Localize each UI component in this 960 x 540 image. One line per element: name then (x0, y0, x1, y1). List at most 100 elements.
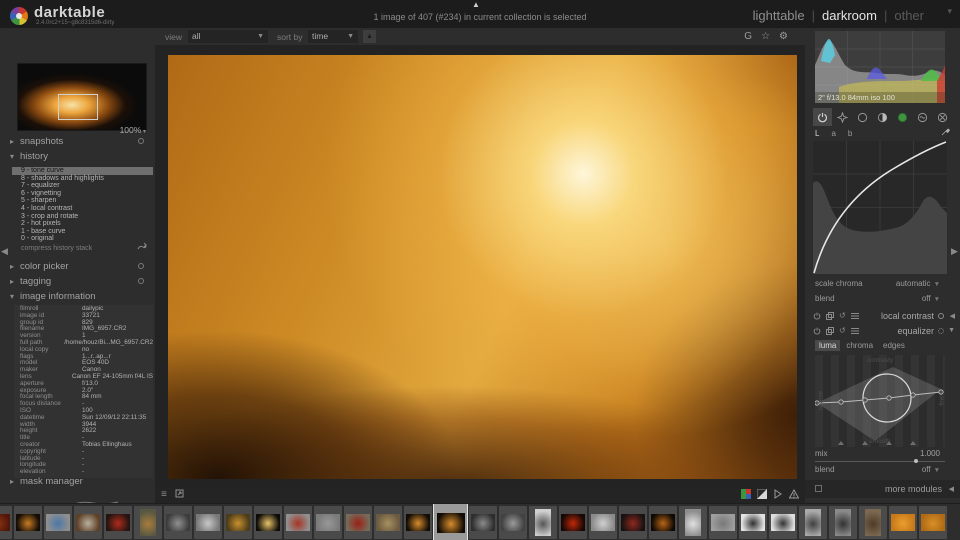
filmstrip-thumbnail[interactable] (889, 506, 917, 539)
filmstrip-thumbnail[interactable] (164, 506, 192, 539)
panel-tagging[interactable]: ▸tagging (10, 276, 148, 289)
filmstrip-thumbnail[interactable] (284, 506, 312, 539)
softproof-icon[interactable] (757, 489, 767, 499)
navigation-thumbnail[interactable] (18, 64, 146, 130)
filmstrip-thumbnail[interactable] (709, 506, 737, 539)
filmstrip-thumbnail-selected[interactable] (434, 504, 467, 540)
more-modules-button[interactable]: more modules ◀ (805, 480, 960, 498)
presets-icon[interactable] (851, 312, 859, 320)
module-power-icon[interactable] (813, 327, 821, 335)
preferences-icon[interactable]: ⚙ (779, 31, 797, 42)
zoom-level-dropdown[interactable]: 100% ▾ (120, 125, 146, 135)
snapshots-reset-icon[interactable] (138, 138, 144, 144)
filmstrip-thumbnail[interactable] (919, 506, 947, 539)
filmstrip-thumbnail[interactable] (589, 506, 617, 539)
view-lighttable[interactable]: lighttable (753, 8, 805, 23)
navigation-viewport-rect[interactable] (58, 94, 98, 120)
view-darkroom[interactable]: darkroom (822, 8, 877, 23)
filmstrip-thumbnail[interactable] (739, 506, 767, 539)
filmstrip-thumbnail[interactable] (0, 506, 12, 539)
tone-group-tab[interactable] (873, 108, 892, 126)
tab-b[interactable]: b (848, 129, 852, 138)
compress-history-button[interactable]: compress history stack (21, 245, 92, 252)
raw-overexposure-icon[interactable] (789, 489, 799, 499)
module-name[interactable]: equalizer (897, 326, 934, 336)
history-item[interactable]: 1 - base curve (12, 228, 153, 236)
filmstrip-thumbnail[interactable] (559, 506, 587, 539)
reset-icon[interactable]: ↺ (839, 312, 846, 320)
color-group-tab[interactable] (893, 108, 912, 126)
view-other[interactable]: other (894, 8, 924, 23)
equalizer-graph[interactable]: contrasty smooth coarse fine (815, 355, 945, 447)
tagging-reset-icon[interactable] (138, 278, 144, 284)
filmstrip-thumbnail[interactable] (529, 506, 557, 539)
overexposure-icon[interactable] (773, 489, 783, 499)
tone-curve-blend-dropdown[interactable]: off▼ (922, 294, 940, 303)
reset-icon[interactable]: ↺ (839, 327, 846, 335)
panel-history[interactable]: ▾history (10, 151, 148, 164)
basic-group-tab[interactable] (853, 108, 872, 126)
tab-chroma[interactable]: chroma (842, 340, 877, 351)
left-panel-collapse-icon[interactable]: ◀ (1, 246, 8, 257)
module-equalizer[interactable]: ↺ equalizer ▼ (805, 324, 960, 339)
filmstrip-thumbnail[interactable] (74, 506, 102, 539)
active-modules-tab[interactable] (813, 108, 832, 126)
views-dropdown-icon[interactable]: ▾ (947, 6, 952, 17)
multi-instance-icon[interactable] (826, 312, 834, 320)
filmstrip-thumbnail[interactable] (829, 506, 857, 539)
grouping-icon[interactable]: G (744, 31, 761, 42)
create-style-icon[interactable] (137, 242, 147, 252)
tab-L[interactable]: L (815, 129, 819, 138)
module-power-icon[interactable] (813, 312, 821, 320)
filmstrip-thumbnail[interactable] (619, 506, 647, 539)
filmstrip-thumbnail[interactable] (469, 506, 497, 539)
gamut-check-icon[interactable] (741, 489, 751, 499)
favorites-tab[interactable] (833, 108, 852, 126)
filmstrip-thumbnail[interactable] (104, 506, 132, 539)
filmstrip-thumbnail[interactable] (194, 506, 222, 539)
filmstrip-thumbnail[interactable] (374, 506, 402, 539)
scale-chroma-dropdown[interactable]: automatic▼ (896, 279, 940, 288)
filmstrip-thumbnail[interactable] (499, 506, 527, 539)
filmstrip-thumbnail[interactable] (344, 506, 372, 539)
mix-slider[interactable] (815, 461, 945, 462)
view-filter-dropdown[interactable]: all▼ (188, 30, 268, 43)
panel-color-picker[interactable]: ▸color picker (10, 261, 148, 274)
panel-snapshots[interactable]: ▸snapshots (10, 136, 148, 149)
history-item[interactable]: 5 - sharpen (12, 197, 153, 205)
filmstrip-thumbnail[interactable] (224, 506, 252, 539)
top-panel-collapse-icon[interactable]: ▲ (472, 0, 480, 9)
tab-edges[interactable]: edges (879, 340, 909, 351)
history-item[interactable]: 2 - hot pixels (12, 220, 153, 228)
overlays-icon[interactable]: ☆ (761, 31, 779, 42)
image-canvas[interactable] (168, 55, 797, 479)
filmstrip-thumbnail[interactable] (44, 506, 72, 539)
tab-luma[interactable]: luma (815, 340, 840, 351)
history-item[interactable]: 0 - original (12, 235, 153, 243)
fit-zoom-icon[interactable] (175, 489, 184, 500)
filmstrip-thumbnail[interactable] (769, 506, 797, 539)
sort-direction-button[interactable]: ▲ (363, 30, 376, 43)
tab-a[interactable]: a (831, 129, 835, 138)
history-item[interactable]: 4 - local contrast (12, 205, 153, 213)
filmstrip-thumbnail[interactable] (859, 506, 887, 539)
filmstrip-thumbnail[interactable] (314, 506, 342, 539)
history-item[interactable]: 3 - crop and rotate (12, 213, 153, 221)
effect-group-tab[interactable] (933, 108, 952, 126)
histogram[interactable]: 2" f/13.0 84mm iso 100 (815, 31, 945, 103)
filmstrip-thumbnail[interactable] (404, 506, 432, 539)
history-item[interactable]: 8 - shadows and highlights (12, 175, 153, 183)
filmstrip-thumbnail[interactable] (679, 506, 707, 539)
filmstrip-thumbnail[interactable] (799, 506, 827, 539)
multi-instance-icon[interactable] (826, 327, 834, 335)
mix-slider-handle[interactable] (914, 459, 918, 463)
tone-curve-graph[interactable] (813, 141, 947, 274)
filmstrip-menu-icon[interactable]: ≡ (161, 489, 167, 500)
filmstrip-thumbnail[interactable] (14, 506, 42, 539)
module-name[interactable]: local contrast (881, 311, 934, 321)
panel-mask-manager[interactable]: ▸mask manager (10, 476, 148, 489)
right-panel-collapse-icon[interactable]: ▶ (951, 246, 958, 257)
presets-icon[interactable] (851, 327, 859, 335)
history-item[interactable]: 9 - tone curve (12, 167, 153, 175)
equalizer-blend-dropdown[interactable]: off▼ (922, 465, 940, 474)
